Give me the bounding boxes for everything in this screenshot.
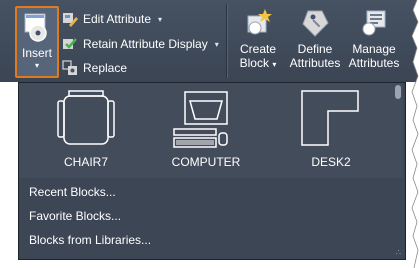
manage-attributes-line2: Attributes: [348, 56, 400, 70]
chevron-down-icon: ▾: [34, 61, 39, 70]
block-gallery-thumbnails: CHAIR7 COMPUTER DESK2: [19, 83, 403, 178]
block-name-chair7: CHAIR7: [63, 155, 108, 169]
computer-block-icon: [173, 91, 228, 148]
resize-grip-icon[interactable]: ∴: [396, 248, 402, 257]
insert-label: Insert: [21, 46, 52, 60]
define-attributes-button[interactable]: Define Attributes: [287, 8, 343, 70]
create-block-line2: Block: [239, 56, 269, 70]
blocks-from-libraries-item[interactable]: Blocks from Libraries...: [29, 233, 151, 247]
create-block-icon: [247, 9, 272, 35]
edit-attribute-label: Edit Attribute: [83, 12, 152, 26]
replace-label: Replace: [83, 61, 128, 75]
retain-attribute-display-label: Retain Attribute Display: [83, 37, 208, 51]
block-thumbnail-computer[interactable]: COMPUTER: [156, 87, 256, 173]
create-block-line1: Create: [239, 42, 277, 56]
define-attributes-icon: [302, 10, 329, 37]
ribbon-panel: Insert ▾ Edit Attribute ▾ Retain Attribu…: [0, 0, 419, 82]
block-insert-icon: [24, 13, 47, 42]
define-attributes-line2: Attributes: [289, 56, 341, 70]
block-name-desk2: DESK2: [311, 155, 351, 169]
replace-icon: [62, 60, 77, 75]
manage-attributes-icon: [362, 10, 386, 36]
retain-attribute-display-button[interactable]: Retain Attribute Display ▾: [62, 34, 219, 54]
define-attributes-line1: Define: [297, 42, 333, 56]
manage-attributes-button[interactable]: Manage Attributes: [346, 8, 402, 70]
recent-blocks-item[interactable]: Recent Blocks...: [29, 185, 116, 199]
replace-button[interactable]: Replace: [62, 58, 127, 78]
chair-block-icon: [57, 90, 115, 145]
edit-attribute-button[interactable]: Edit Attribute ▾: [62, 9, 162, 29]
block-gallery-dropdown: CHAIR7 COMPUTER DESK2 Recent Blocks... F…: [18, 82, 406, 260]
chevron-down-icon[interactable]: ▾: [158, 15, 162, 24]
block-thumbnail-chair7[interactable]: CHAIR7: [36, 87, 136, 173]
retain-attribute-icon: [63, 38, 77, 49]
block-name-computer: COMPUTER: [171, 155, 241, 169]
create-block-button[interactable]: Create Block ▾: [236, 8, 280, 72]
insert-block-button[interactable]: Insert ▾: [15, 6, 59, 78]
chevron-down-icon[interactable]: ▾: [272, 60, 276, 69]
desk-block-icon: [301, 90, 359, 146]
ribbon-separator: [226, 4, 227, 78]
edit-attribute-icon: [63, 13, 78, 27]
chevron-down-icon[interactable]: ▾: [215, 40, 219, 49]
torn-edge-decoration: [411, 0, 419, 268]
gallery-scrollbar[interactable]: [395, 85, 401, 99]
manage-attributes-line1: Manage: [352, 42, 396, 56]
block-thumbnail-desk2[interactable]: DESK2: [281, 87, 381, 173]
favorite-blocks-item[interactable]: Favorite Blocks...: [29, 209, 121, 223]
